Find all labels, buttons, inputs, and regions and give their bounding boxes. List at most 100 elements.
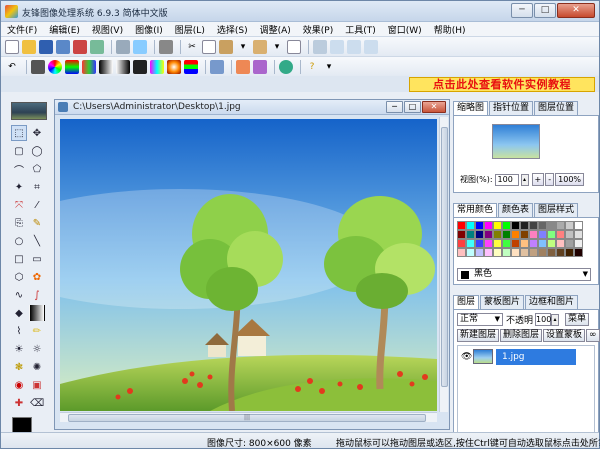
scan-icon[interactable]: [116, 39, 130, 54]
dodge-tool-icon[interactable]: ☼: [29, 341, 45, 357]
gradient-tool-icon[interactable]: [29, 305, 45, 321]
dropdown-icon[interactable]: ▾: [270, 40, 284, 54]
rounded-rect-tool-icon[interactable]: ▭: [29, 251, 45, 267]
effects-icon[interactable]: [210, 59, 224, 74]
minimize-button[interactable]: ─: [511, 3, 533, 18]
zoom-100-button[interactable]: 100%: [555, 173, 585, 186]
color-swatch[interactable]: [493, 248, 502, 257]
color-dropdown[interactable]: 黑色 ▼: [457, 268, 591, 281]
tab-layer-position[interactable]: 图层位置: [534, 101, 579, 115]
tab-border-image[interactable]: 边框和图片: [525, 295, 579, 309]
color-swatch[interactable]: [574, 221, 583, 230]
color-swatch[interactable]: [565, 221, 574, 230]
color-swatch[interactable]: [511, 230, 520, 239]
polygon-lasso-tool-icon[interactable]: ⬠: [29, 161, 45, 177]
posterize-icon[interactable]: [150, 59, 164, 74]
paste-new-icon[interactable]: [253, 39, 267, 54]
zoom-in-button[interactable]: +: [531, 173, 545, 186]
color-swatch[interactable]: [538, 239, 547, 248]
color-swatch[interactable]: [457, 230, 466, 239]
color-swatch[interactable]: [457, 221, 466, 230]
clear-icon[interactable]: [287, 39, 301, 54]
threshold-icon[interactable]: [133, 59, 147, 74]
menu-tools[interactable]: 工具(T): [345, 23, 376, 36]
color-swatch[interactable]: [520, 230, 529, 239]
zoom-input[interactable]: 100: [494, 173, 519, 186]
color-swatch[interactable]: [574, 248, 583, 257]
web-icon[interactable]: [279, 59, 293, 74]
crop-tool-icon[interactable]: ⌗: [29, 179, 45, 195]
vertical-scroll-thumb[interactable]: [441, 127, 448, 387]
menu-layer[interactable]: 图层(L): [175, 23, 205, 36]
brightness-icon[interactable]: [31, 59, 45, 74]
tab-common-colors[interactable]: 常用颜色: [453, 203, 498, 218]
rotate-icon[interactable]: [330, 39, 344, 54]
link-layer-button[interactable]: ∞: [586, 329, 600, 342]
color-swatch[interactable]: [475, 248, 484, 257]
burn-tool-icon[interactable]: ☀: [11, 341, 27, 357]
airbrush-tool-icon[interactable]: ⌇: [11, 323, 27, 339]
rounded-select-tool-icon[interactable]: ▢: [11, 143, 27, 159]
menu-window[interactable]: 窗口(W): [388, 23, 422, 36]
smudge-tool-icon[interactable]: ❃: [11, 359, 27, 375]
color-swatch[interactable]: [457, 248, 466, 257]
color-swatch[interactable]: [556, 248, 565, 257]
menu-image[interactable]: 图像(I): [135, 23, 163, 36]
menu-view[interactable]: 视图(V): [92, 23, 123, 36]
color-swatch[interactable]: [466, 230, 475, 239]
magic-wand-tool-icon[interactable]: ✦: [11, 179, 27, 195]
zoom-out-button[interactable]: -: [545, 173, 555, 186]
color-swatch[interactable]: [466, 248, 475, 257]
eyedropper-tool-icon[interactable]: ⁄: [29, 197, 45, 213]
layer-row[interactable]: 👁 1.jpg: [459, 348, 593, 366]
horizontal-scroll-thumb[interactable]: |||: [68, 414, 426, 422]
color-swatch[interactable]: [538, 248, 547, 257]
color-replace-tool-icon[interactable]: ▣: [29, 377, 45, 393]
shape-stamp-tool-icon[interactable]: ✿: [29, 269, 45, 285]
pencil-tool-icon[interactable]: ✎: [29, 215, 45, 231]
clone-tool-icon[interactable]: ⎘: [11, 215, 27, 231]
brush-tool-icon[interactable]: ∫: [29, 287, 45, 303]
tab-layers[interactable]: 图层: [453, 295, 480, 310]
vertical-scrollbar[interactable]: [439, 117, 448, 412]
set-mask-button[interactable]: 设置蒙板: [543, 329, 586, 342]
color-swatch[interactable]: [538, 230, 547, 239]
menu-effects[interactable]: 效果(P): [303, 23, 333, 36]
color-swatch[interactable]: [502, 239, 511, 248]
color-swatch[interactable]: [484, 221, 493, 230]
paste-icon[interactable]: [219, 39, 233, 54]
export-icon[interactable]: [73, 39, 87, 54]
color-swatch[interactable]: [547, 248, 556, 257]
grayscale-icon[interactable]: [99, 59, 113, 74]
color-swatch[interactable]: [556, 239, 565, 248]
color-swatch[interactable]: [493, 221, 502, 230]
doc-maximize-button[interactable]: □: [404, 101, 421, 113]
line-tool-icon[interactable]: ╲: [29, 233, 45, 249]
help-lightbulb-icon[interactable]: ?: [305, 60, 319, 74]
opacity-spinner[interactable]: ▴: [551, 313, 560, 326]
stamp-tool-icon[interactable]: ✚: [11, 395, 27, 411]
levels-icon[interactable]: [65, 59, 79, 74]
color-swatch[interactable]: [484, 239, 493, 248]
menu-file[interactable]: 文件(F): [7, 23, 37, 36]
color-swatch[interactable]: [556, 221, 565, 230]
fill-bucket-tool-icon[interactable]: ◆: [11, 305, 27, 321]
color-swatch[interactable]: [520, 239, 529, 248]
color-swatch[interactable]: [475, 221, 484, 230]
tab-pointer-position[interactable]: 指针位置: [489, 101, 534, 115]
flip-icon[interactable]: [347, 39, 361, 54]
capture-icon[interactable]: [133, 39, 147, 54]
saturation-icon[interactable]: [167, 59, 181, 74]
hue-wheel-icon[interactable]: [48, 59, 62, 74]
dropdown-icon[interactable]: ▾: [322, 60, 336, 74]
foreground-color-swatch[interactable]: [12, 417, 32, 433]
layer-menu-button[interactable]: 菜单: [565, 313, 590, 326]
doc-close-button[interactable]: ✕: [422, 101, 446, 113]
color-swatch[interactable]: [493, 230, 502, 239]
sharpen-tool-icon[interactable]: ✺: [29, 359, 45, 375]
color-swatch[interactable]: [547, 230, 556, 239]
tab-thumbnail[interactable]: 缩略图: [453, 101, 489, 116]
mirror-icon[interactable]: [364, 39, 378, 54]
frame-icon[interactable]: [253, 59, 267, 74]
color-swatch[interactable]: [511, 221, 520, 230]
